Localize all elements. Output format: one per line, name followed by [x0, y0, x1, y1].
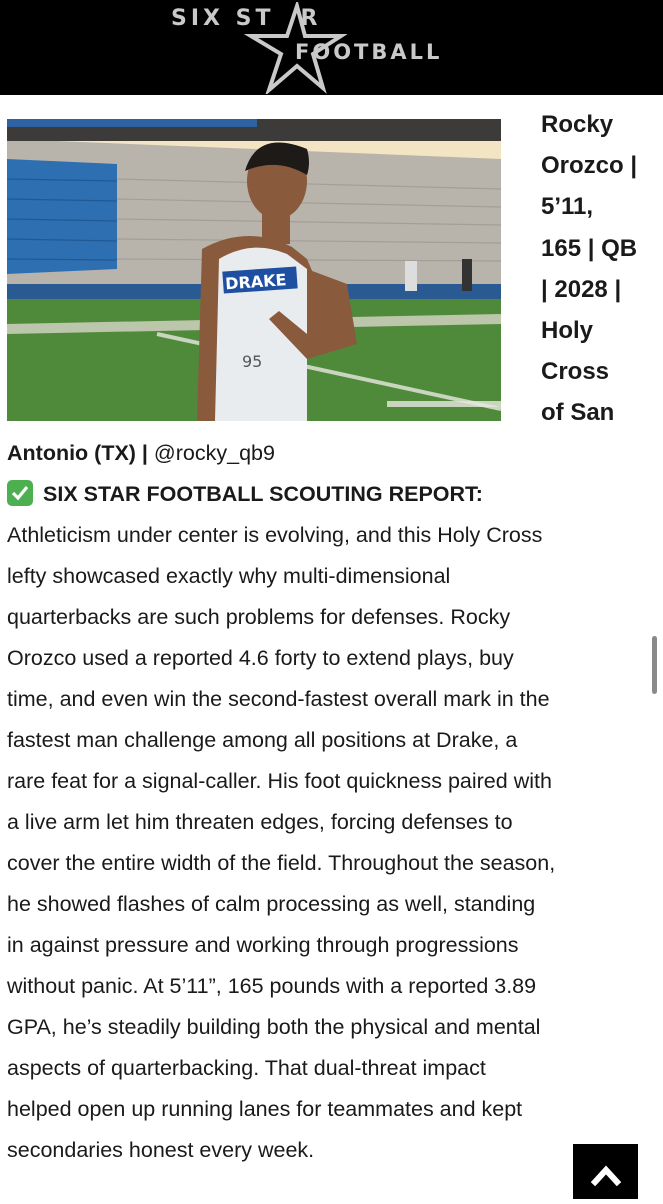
social-handle-link[interactable]: @rocky_qb9 — [148, 441, 275, 465]
body-line: without panic. At 5’11”, 165 pounds with… — [7, 974, 537, 998]
site-logo[interactable]: SIX ST R FOOTBALL — [165, 0, 485, 95]
player-photo: DRAKE 95 — [7, 119, 501, 421]
body-line: helped open up running lanes for teammat… — [7, 1097, 523, 1121]
report-heading: SIX STAR FOOTBALL SCOUTING REPORT: — [7, 474, 657, 515]
body-line: time, and even win the second-fastest ov… — [7, 687, 550, 711]
article-title: Rocky Orozco | 5’11, 165 | QB | 2028 | H… — [541, 104, 659, 434]
body-line: rare feat for a signal-caller. His foot … — [7, 769, 552, 793]
jersey-number: 95 — [242, 352, 262, 371]
body-line: lefty showcased exactly why multi-dimens… — [7, 564, 451, 588]
logo-text-football: FOOTBALL — [295, 40, 443, 64]
title-continuation: Antonio (TX) | @rocky_qb9 — [7, 433, 657, 474]
title-line: Holy — [541, 317, 594, 345]
title-line: 5’11, — [541, 193, 594, 221]
title-line: Cross — [541, 358, 610, 386]
report-heading-text: SIX STAR FOOTBALL SCOUTING REPORT: — [43, 482, 483, 506]
title-line: Rocky — [541, 111, 614, 138]
title-line: 165 | QB — [541, 234, 638, 262]
scroll-to-top-button[interactable] — [573, 1144, 638, 1199]
body-line: fastest man challenge among all position… — [7, 728, 518, 752]
body-line: a live arm let him threaten edges, forci… — [7, 810, 513, 834]
body-line: in against pressure and working through … — [7, 933, 519, 957]
title-line: Orozco | — [541, 152, 638, 180]
body-line: quarterbacks are such problems for defen… — [7, 605, 511, 629]
body-line: he showed flashes of calm processing as … — [7, 892, 536, 916]
title-line: of San — [541, 399, 615, 427]
site-header: SIX ST R FOOTBALL — [0, 0, 663, 95]
title-location: Antonio (TX) | — [7, 441, 148, 465]
body-line: aspects of quarterbacking. That dual-thr… — [7, 1056, 486, 1080]
body-line: cover the entire width of the field. Thr… — [7, 851, 556, 875]
body-line: secondaries honest every week. — [7, 1138, 315, 1162]
chevron-up-icon — [590, 1165, 622, 1187]
logo-text-six-star: SIX ST R — [171, 6, 322, 31]
article-body: Athleticism under center is evolving, an… — [7, 515, 647, 1171]
body-line: Orozco used a reported 4.6 forty to exte… — [7, 646, 514, 670]
body-line: GPA, he’s steadily building both the phy… — [7, 1015, 541, 1039]
title-line: | 2028 | — [541, 275, 622, 303]
scrollbar-thumb[interactable] — [652, 636, 657, 694]
body-line: Athleticism under center is evolving, an… — [7, 523, 543, 547]
check-mark-icon — [7, 480, 33, 506]
